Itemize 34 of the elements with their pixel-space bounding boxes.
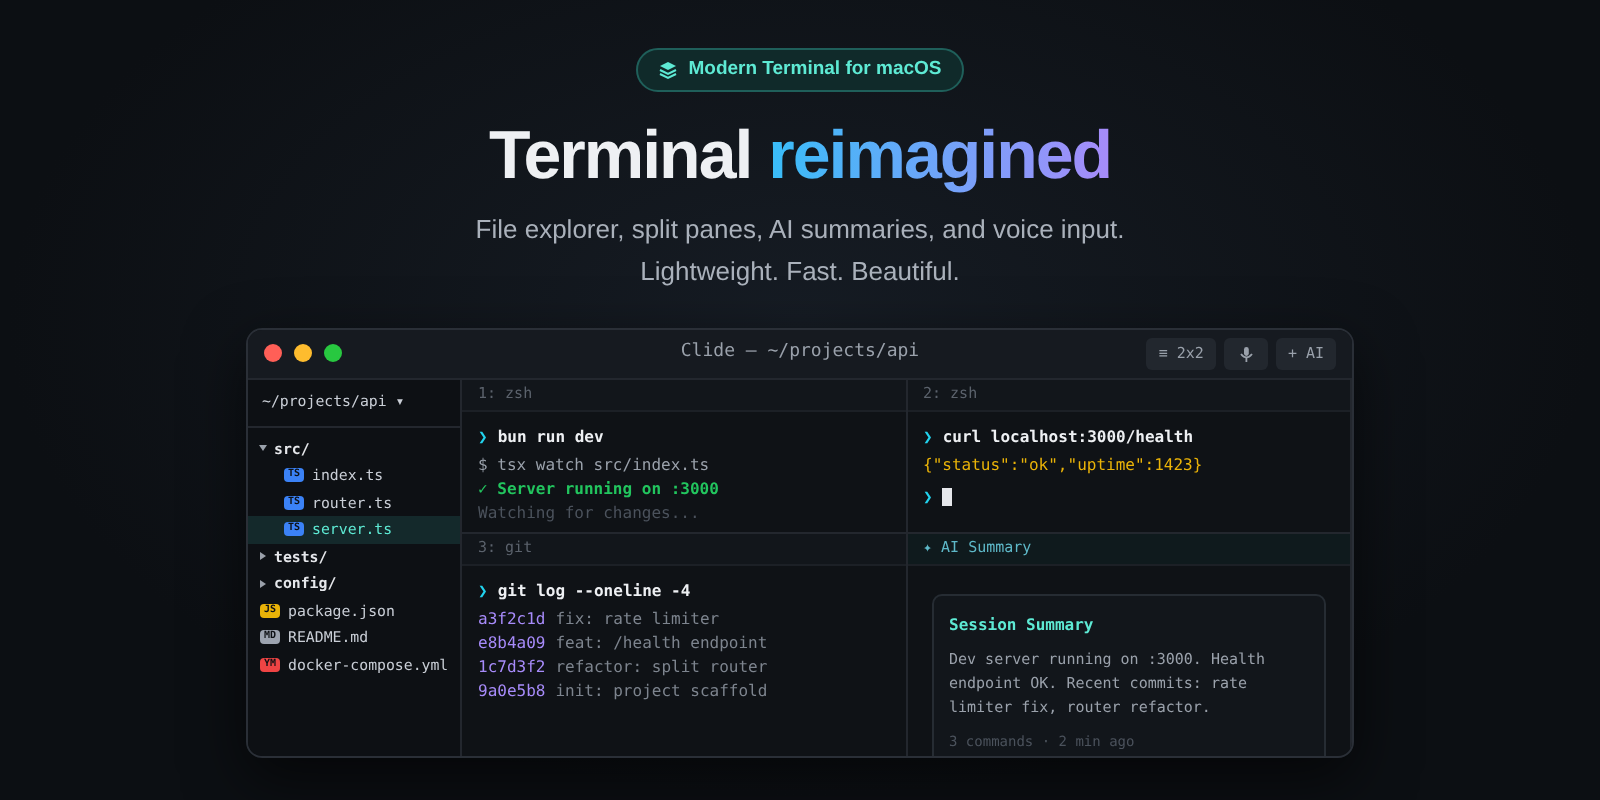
- prompt-icon: ❯: [478, 579, 488, 604]
- commit-message: fix: rate limiter: [555, 607, 720, 632]
- microphone-button[interactable]: [1223, 337, 1268, 370]
- commit-message: init: project scaffold: [555, 679, 768, 704]
- output-text: $ tsx watch src/index.ts: [478, 453, 710, 478]
- zoom-button[interactable]: [324, 344, 342, 363]
- output-text: {"status":"ok","uptime":1423}: [923, 453, 1203, 478]
- command-text: curl localhost:3000/health: [942, 425, 1194, 450]
- close-button[interactable]: [264, 344, 282, 363]
- layers-icon: [658, 60, 679, 81]
- prompt-icon: ❯: [478, 425, 488, 450]
- subtitle-text: Lightweight. Fast. Beautiful.: [640, 255, 960, 286]
- summary-title: Session Summary: [949, 613, 1096, 638]
- prompt-icon: ❯: [923, 425, 933, 450]
- commit-message: refactor: split router: [555, 655, 768, 680]
- window-title: Clide — ~/projects/api: [680, 341, 920, 362]
- output-text: Watching for changes...: [478, 501, 700, 526]
- command-text: bun run dev: [497, 425, 604, 450]
- caret-icon: [260, 552, 266, 561]
- commit-hash: e8b4a09: [478, 631, 546, 656]
- subtitle-text: File explorer, split panes, AI summaries, and voice input.: [475, 213, 1125, 244]
- badge: Modern Terminal for macOS: [636, 48, 964, 93]
- caret-icon: [259, 445, 267, 452]
- caret-icon: [260, 579, 266, 588]
- minimize-button[interactable]: [294, 344, 312, 363]
- prompt-icon: ❯: [923, 485, 933, 510]
- output-text: ✓ Server running on :3000: [478, 477, 719, 502]
- commit-hash: 1c7d3f2: [478, 655, 546, 680]
- commit-message: feat: /health endpoint: [555, 631, 768, 656]
- commit-hash: 9a0e5b8: [478, 679, 546, 704]
- command-text: git log --oneline -4: [497, 579, 691, 604]
- commit-hash: a3f2c1d: [478, 607, 546, 632]
- cursor: [942, 488, 953, 507]
- microphone-icon: [1237, 345, 1254, 362]
